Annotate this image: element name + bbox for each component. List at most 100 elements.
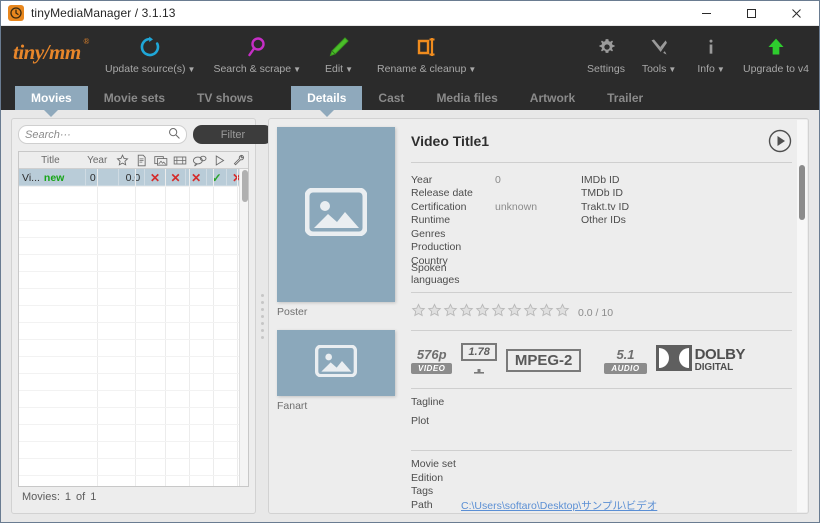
star-icon[interactable] — [491, 303, 506, 323]
logo-registered-mark: ® — [83, 37, 89, 46]
edition-row: Edition — [411, 471, 792, 485]
meta-label: Production — [411, 241, 462, 254]
column-header-year[interactable]: Year — [82, 152, 113, 169]
settings-button[interactable]: Settings — [587, 26, 627, 75]
refresh-icon — [138, 32, 162, 62]
star-icon[interactable] — [539, 303, 554, 323]
star-icon[interactable] — [459, 303, 474, 323]
chevron-down-icon: ▼ — [293, 65, 302, 74]
tab-movies-label: Movies — [31, 91, 72, 105]
tab-artwork[interactable]: Artwork — [514, 86, 591, 110]
app-logo: tiny/mm ® — [13, 37, 89, 65]
search-scrape-button[interactable]: Search & scrape ▼ — [213, 26, 301, 75]
poster-thumbnail[interactable] — [277, 127, 395, 302]
tab-media-files-label: Media files — [436, 91, 498, 105]
edit-button[interactable]: Edit ▼ — [319, 26, 359, 75]
chevron-down-icon: ▼ — [187, 65, 196, 74]
rename-cleanup-button[interactable]: Rename & cleanup ▼ — [377, 26, 476, 75]
filmstrip-icon[interactable] — [171, 152, 190, 169]
settings-label: Settings — [587, 63, 625, 75]
upgrade-button[interactable]: Upgrade to v4 — [743, 26, 809, 75]
video-resolution-label: VIDEO — [411, 362, 453, 374]
tab-movies[interactable]: Movies — [15, 86, 88, 117]
image-placeholder-icon — [304, 187, 368, 241]
star-icon[interactable] — [411, 303, 426, 323]
metadata-right-column: IMDb ID TMDb ID Trakt.tv ID Other IDs — [581, 173, 665, 281]
metadata-left-column: Year 0 Release date Certification unknow… — [411, 173, 581, 287]
status-count: 1 — [64, 491, 72, 503]
star-icon[interactable] — [443, 303, 458, 323]
tab-movie-sets[interactable]: Movie sets — [88, 86, 181, 110]
info-button[interactable]: Info ▼ — [691, 26, 731, 75]
artwork-column: Poster Fanart — [269, 119, 397, 513]
video-resolution-value: 576p — [416, 346, 447, 362]
meta-label: TMDb ID — [581, 187, 623, 200]
tagline-label: Tagline — [411, 396, 445, 409]
meta-row-runtime: Runtime — [411, 213, 581, 227]
fanart-thumbnail[interactable] — [277, 330, 395, 396]
fanart-caption: Fanart — [277, 400, 308, 412]
main-tab-strip: Movies Movie sets TV shows — [15, 86, 269, 117]
cell-rating: 0.0 — [119, 169, 146, 186]
main-toolbar: tiny/mm ® Update source(s) ▼ Search & sc… — [1, 26, 819, 86]
details-scrollbar[interactable] — [797, 120, 807, 512]
tagline-row: Tagline — [411, 395, 792, 409]
dolby-digital-badge: DOLBY DIGITAL — [655, 344, 746, 377]
tab-cast[interactable]: Cast — [362, 86, 420, 110]
plot-label: Plot — [411, 414, 430, 427]
play-icon[interactable] — [209, 152, 228, 169]
tools-label: Tools — [641, 63, 667, 75]
star-icon[interactable] — [113, 152, 132, 169]
search-scrape-label: Search & scrape — [213, 63, 292, 75]
path-link[interactable]: C:\Users\softaro\Desktop\サンプル\ビデオ — [461, 498, 657, 513]
images-icon[interactable] — [151, 152, 170, 169]
poster-caption: Poster — [277, 306, 308, 318]
star-icon[interactable] — [427, 303, 442, 323]
wrench-icon[interactable] — [229, 152, 248, 169]
search-box[interactable] — [18, 125, 187, 144]
table-scrollbar[interactable] — [239, 169, 248, 486]
subtitle-icon[interactable] — [190, 152, 209, 169]
rating-stars[interactable]: 0.0 / 10 — [411, 303, 792, 323]
search-input[interactable] — [25, 128, 168, 141]
table-row[interactable]: Vi... new 0 0.0 ✕ ✕ ✕ ✓ ✕ — [19, 169, 248, 186]
dolby-text: DOLBY DIGITAL — [694, 345, 746, 374]
detail-column: Video Title1 Year 0 Release date Certifi… — [397, 119, 808, 513]
search-icon[interactable] — [168, 126, 180, 144]
dolby-line1: DOLBY — [694, 345, 746, 363]
cell-title: Vi... new — [19, 169, 86, 186]
upgrade-label: Upgrade to v4 — [743, 63, 809, 75]
rating-value: 0.0 / 10 — [578, 306, 614, 319]
new-badge: new — [43, 171, 65, 184]
metadata-grid: Year 0 Release date Certification unknow… — [411, 173, 792, 287]
tab-details[interactable]: Details — [291, 86, 363, 117]
rename-icon — [415, 32, 439, 62]
gear-icon — [597, 32, 617, 62]
star-icon[interactable] — [523, 303, 538, 323]
star-icon[interactable] — [475, 303, 490, 323]
up-arrow-icon — [766, 32, 786, 62]
minimize-button[interactable] — [684, 1, 729, 26]
tab-trailer[interactable]: Trailer — [591, 86, 659, 110]
path-label: Path — [411, 499, 433, 512]
tab-tv-shows[interactable]: TV shows — [181, 86, 269, 110]
meta-row-imdb-id: IMDb ID — [581, 173, 665, 187]
document-icon[interactable] — [132, 152, 151, 169]
details-scrollbar-thumb[interactable] — [799, 165, 805, 220]
column-header-title[interactable]: Title — [19, 152, 82, 169]
star-icon[interactable] — [555, 303, 570, 323]
movie-details-panel: Poster Fanart Video Title1 Year 0 Releas… — [268, 118, 809, 514]
star-icon[interactable] — [507, 303, 522, 323]
update-sources-button[interactable]: Update source(s) ▼ — [105, 26, 195, 75]
table-scrollbar-thumb[interactable] — [241, 170, 248, 202]
close-button[interactable] — [774, 1, 819, 26]
tags-label: Tags — [411, 485, 434, 498]
panel-splitter[interactable] — [256, 118, 268, 514]
meta-row-other-ids: Other IDs — [581, 213, 665, 227]
maximize-button[interactable] — [729, 1, 774, 26]
splitter-grip[interactable] — [260, 293, 264, 339]
tools-button[interactable]: Tools ▼ — [639, 26, 679, 75]
tab-media-files[interactable]: Media files — [420, 86, 513, 110]
play-circle-icon[interactable] — [768, 129, 792, 153]
tab-cast-label: Cast — [378, 91, 405, 105]
